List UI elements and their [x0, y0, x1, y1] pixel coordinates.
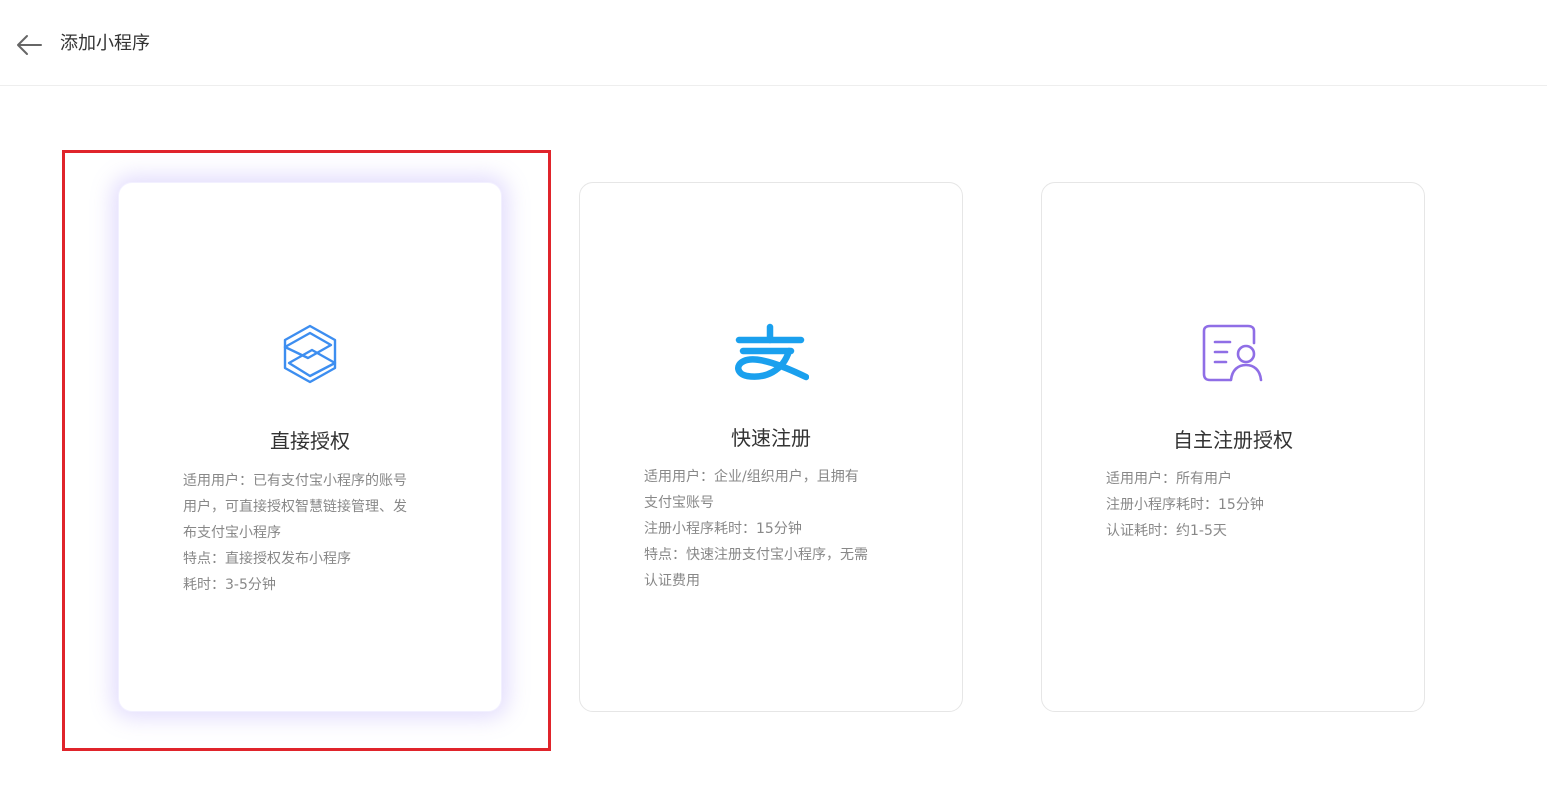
description-line: 注册小程序耗时：15分钟 [644, 521, 802, 537]
page-header: 添加小程序 [0, 0, 1547, 86]
back-button[interactable] [12, 30, 46, 60]
option-description: 适用用户：企业/组织用户，且拥有 支付宝账号 注册小程序耗时：15分钟 特点：快… [644, 464, 900, 594]
description-line: 适用用户：已有支付宝小程序的账号 [183, 473, 407, 489]
description-line: 注册小程序耗时：15分钟 [1106, 497, 1264, 513]
description-line: 适用用户：企业/组织用户，且拥有 [644, 469, 859, 485]
page-title: 添加小程序 [60, 33, 150, 54]
option-description: 适用用户：所有用户 注册小程序耗时：15分钟 认证耗时：约1-5天 [1106, 466, 1362, 544]
description-line: 特点：直接授权发布小程序 [183, 551, 351, 567]
option-title: 自主注册授权 [1173, 428, 1293, 452]
arrow-left-icon [17, 35, 42, 55]
description-line: 认证费用 [644, 573, 700, 589]
option-card-self-register[interactable]: 自主注册授权 适用用户：所有用户 注册小程序耗时：15分钟 认证耗时：约1-5天 [1041, 182, 1425, 712]
alipay-logo-icon [735, 323, 809, 381]
option-card-quick-register[interactable]: 快速注册 适用用户：企业/组织用户，且拥有 支付宝账号 注册小程序耗时：15分钟… [579, 182, 963, 712]
id-card-person-icon [1202, 324, 1263, 382]
option-description: 适用用户：已有支付宝小程序的账号 用户，可直接授权智慧链接管理、发 布支付宝小程… [183, 468, 439, 598]
description-line: 布支付宝小程序 [183, 525, 281, 541]
description-line: 适用用户：所有用户 [1106, 471, 1232, 487]
hexagon-box-icon [283, 324, 337, 384]
description-line: 支付宝账号 [644, 495, 714, 511]
option-title: 快速注册 [731, 426, 811, 450]
description-line: 特点：快速注册支付宝小程序，无需 [644, 547, 868, 563]
description-line: 用户，可直接授权智慧链接管理、发 [183, 499, 407, 515]
description-line: 耗时：3-5分钟 [183, 577, 276, 593]
option-card-direct-auth[interactable]: 直接授权 适用用户：已有支付宝小程序的账号 用户，可直接授权智慧链接管理、发 布… [118, 182, 502, 712]
option-title: 直接授权 [270, 429, 350, 453]
description-line: 认证耗时：约1-5天 [1106, 523, 1227, 539]
